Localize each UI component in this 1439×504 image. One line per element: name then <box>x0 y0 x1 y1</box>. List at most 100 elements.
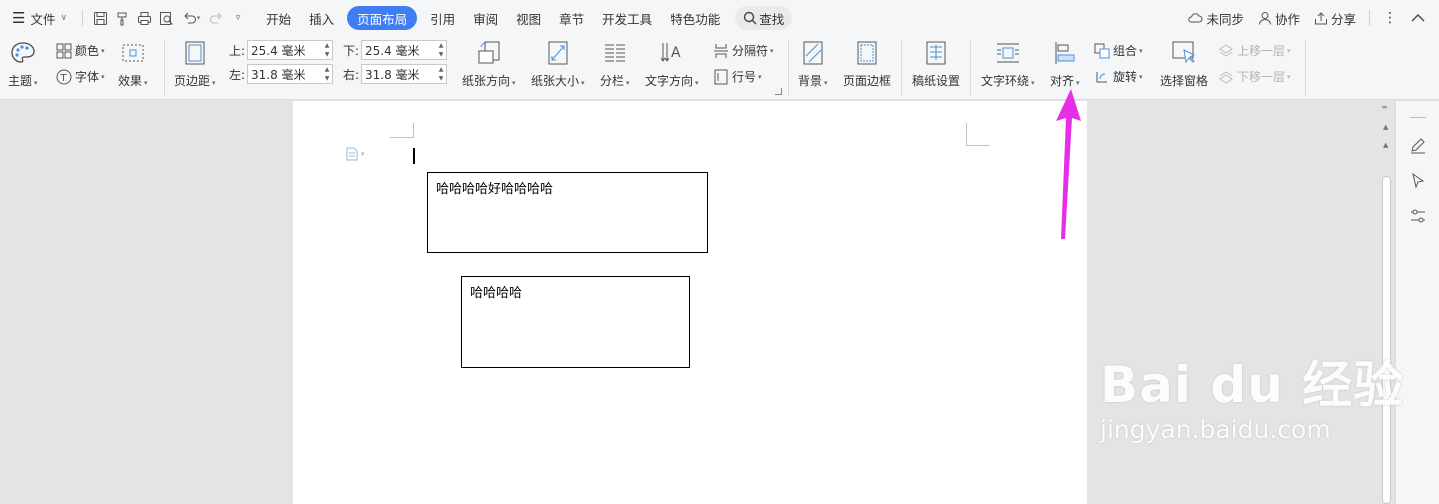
text-direction-button[interactable]: A 文字方向 ▾ <box>645 40 699 89</box>
format-painter-icon[interactable] <box>111 6 133 30</box>
sync-status[interactable]: 未同步 <box>1180 9 1251 28</box>
watermark-url: jingyan.baidu.com <box>1100 415 1331 444</box>
columns-button[interactable]: 分栏 ▾ <box>600 40 630 89</box>
text-wrap-button[interactable]: 文字环绕 ▾ <box>981 40 1035 89</box>
scroll-up-icon[interactable]: ▲ <box>1383 123 1388 131</box>
color-button[interactable]: 颜色 ▾ <box>56 42 105 59</box>
rotate-button[interactable]: 旋转 ▾ <box>1094 68 1143 85</box>
background-button[interactable]: 背景 ▾ <box>798 40 828 89</box>
rotate-icon <box>1096 71 1107 82</box>
manuscript-grid-icon <box>923 40 949 66</box>
margin-top-input[interactable]: 25.4 毫米 ▲ ▼ <box>247 40 333 60</box>
font-button[interactable]: T 字体 ▾ <box>56 68 105 85</box>
search-icon <box>744 11 757 25</box>
margin-corner-mark <box>966 123 967 145</box>
tab-view[interactable]: 视图 <box>507 6 550 30</box>
bring-forward-button[interactable]: 上移一层 ▾ <box>1218 42 1291 59</box>
page-break-icon <box>714 43 728 58</box>
effect-icon <box>120 40 146 66</box>
separator-button[interactable]: 分隔符 ▾ <box>713 42 774 59</box>
collapse-ribbon-icon[interactable] <box>1404 13 1439 23</box>
baidu-watermark: Bai du 经验 jingyan.baidu.com <box>1100 345 1404 444</box>
effect-button[interactable]: 效果 ▾ <box>118 40 148 89</box>
line-number-button[interactable]: 行号 ▾ <box>713 68 762 85</box>
collab-button[interactable]: 协作 <box>1251 9 1307 28</box>
tab-review[interactable]: 审阅 <box>464 6 507 30</box>
layer-up-icon <box>1219 43 1233 57</box>
columns-icon <box>602 40 628 66</box>
print-icon[interactable] <box>133 6 155 30</box>
share-icon <box>1314 12 1327 25</box>
selection-pane-icon <box>1171 40 1197 66</box>
rail-handle-icon <box>1408 107 1428 127</box>
separator-label: 分隔符 <box>732 44 769 58</box>
group-label: 组合 <box>1113 44 1138 58</box>
tab-page-layout[interactable]: 页面布局 <box>347 6 418 30</box>
text-wrap-label: 文字环绕 <box>981 74 1030 88</box>
bring-forward-label: 上移一层 <box>1237 44 1286 58</box>
textbox-2[interactable]: 哈哈哈哈 <box>461 276 690 368</box>
send-backward-button[interactable]: 下移一层 ▾ <box>1218 68 1291 85</box>
chevron-down-icon: ∨ <box>60 13 68 23</box>
cloud-icon <box>1188 13 1203 23</box>
text-direction-label: 文字方向 <box>645 74 694 88</box>
spinner-icon[interactable]: ▲ ▼ <box>323 65 331 83</box>
textbox-1[interactable]: 哈哈哈哈好哈哈哈哈 <box>427 172 708 253</box>
rotate-label: 旋转 <box>1113 70 1138 84</box>
page-border-button[interactable]: 页面边框 <box>843 40 891 89</box>
page-setup-launcher-icon[interactable] <box>775 88 782 95</box>
margin-right-value: 31.8 毫米 <box>365 67 420 82</box>
textbox-2-text: 哈哈哈哈 <box>470 286 523 301</box>
more-icon[interactable]: ⋮ <box>1376 10 1404 26</box>
document-page[interactable]: ▾ 哈哈哈哈好哈哈哈哈 哈哈哈哈 <box>293 101 1087 504</box>
text-cursor <box>413 148 415 164</box>
tab-home[interactable]: 开始 <box>257 6 300 30</box>
scroll-up2-icon[interactable]: ▲ <box>1383 141 1388 149</box>
line-number-label: 行号 <box>732 70 757 84</box>
customize-toolbar-icon[interactable]: ▿ <box>227 6 249 30</box>
ribbon: 主题 ▾ 颜色 ▾ T 字体 ▾ 效果 ▾ 页边距 ▾ 上: 25.4 毫米 ▲ ▼ 下: 2… <box>0 36 1439 100</box>
settings-sliders-icon[interactable] <box>1408 206 1428 226</box>
pointer-icon[interactable] <box>1408 171 1428 191</box>
margin-right-input[interactable]: 31.8 毫米 ▲ ▼ <box>361 64 447 84</box>
orientation-button[interactable]: 纸张方向 ▾ <box>462 40 516 89</box>
margin-bottom-label: 下: <box>343 43 360 58</box>
spinner-icon[interactable]: ▲ ▼ <box>437 41 445 59</box>
tab-developer[interactable]: 开发工具 <box>593 6 661 30</box>
color-scheme-icon <box>56 43 72 58</box>
search-button[interactable]: 查找 <box>735 6 793 30</box>
manuscript-label: 稿纸设置 <box>912 74 961 88</box>
ribbon-divider <box>788 40 789 96</box>
margin-bottom-input[interactable]: 25.4 毫米 ▲ ▼ <box>361 40 447 60</box>
align-button[interactable]: 对齐 ▾ <box>1050 40 1080 89</box>
undo-icon[interactable]: ▾ <box>177 6 205 30</box>
margins-button[interactable]: 页边距 ▾ <box>174 40 216 89</box>
paragraph-icon[interactable]: ▾ <box>346 147 365 161</box>
theme-button[interactable]: 主题 ▾ <box>8 40 38 89</box>
share-button[interactable]: 分享 <box>1307 9 1363 28</box>
manuscript-button[interactable]: 稿纸设置 <box>912 40 960 89</box>
tab-references[interactable]: 引用 <box>421 6 464 30</box>
file-menu[interactable]: ☰ 文件 ∨ <box>0 6 76 30</box>
textbox-1-text: 哈哈哈哈好哈哈哈哈 <box>436 182 554 197</box>
scroll-thumb[interactable] <box>1382 176 1391 504</box>
pen-icon[interactable] <box>1408 135 1428 155</box>
tab-special[interactable]: 特色功能 <box>661 6 729 30</box>
margin-right-field: 右: 31.8 毫米 ▲ ▼ <box>343 64 447 84</box>
divider <box>82 10 84 26</box>
save-icon[interactable] <box>89 6 111 30</box>
redo-icon[interactable] <box>205 6 227 30</box>
page-border-label: 页面边框 <box>843 74 892 88</box>
margin-left-input[interactable]: 31.8 毫米 ▲ ▼ <box>247 64 333 84</box>
selection-pane-button[interactable]: 选择窗格 <box>1160 40 1208 89</box>
group-button[interactable]: 组合 ▾ <box>1094 42 1143 59</box>
spinner-icon[interactable]: ▲ ▼ <box>437 65 445 83</box>
paper-size-button[interactable]: 纸张大小 ▾ <box>531 40 585 89</box>
tab-section[interactable]: 章节 <box>550 6 593 30</box>
spinner-icon[interactable]: ▲ ▼ <box>323 41 331 59</box>
print-preview-icon[interactable] <box>155 6 177 30</box>
tab-insert[interactable]: 插入 <box>300 6 343 30</box>
background-icon <box>800 40 826 66</box>
scroll-split-icon[interactable]: ═ <box>1382 104 1387 112</box>
annotation-arrow <box>1056 89 1081 239</box>
